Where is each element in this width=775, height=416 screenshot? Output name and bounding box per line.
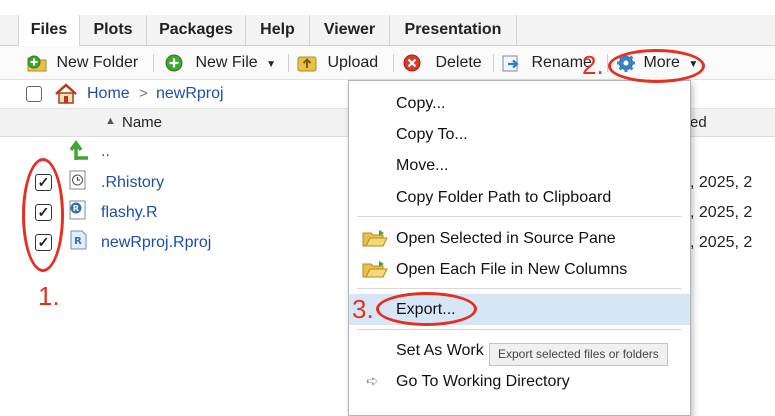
menu-item-copy-to[interactable]: Copy To... [349, 119, 690, 150]
add-icon [165, 54, 183, 72]
export-tooltip: Export selected files or folders [489, 343, 668, 366]
file-modified: , 2025, 2 [690, 234, 753, 251]
annotation-step-1: 1. [38, 281, 60, 311]
menu-divider [357, 216, 682, 217]
file-modified: , 2025, 2 [690, 174, 753, 191]
annotation-ellipse-more [608, 49, 705, 83]
rproj-file-icon: R [70, 230, 87, 250]
menu-item-open-in-source-label: Open Selected in Source Pane [396, 230, 616, 247]
rename-icon [502, 55, 519, 72]
new-folder-button[interactable]: New Folder [26, 46, 138, 79]
rename-button[interactable]: Rename [502, 46, 592, 79]
annotation-ellipse-checkboxes [22, 158, 64, 272]
delete-button[interactable]: Delete [403, 46, 482, 79]
tab-packages[interactable]: Packages [147, 15, 246, 45]
menu-item-copy[interactable]: Copy... [349, 88, 690, 119]
dropdown-caret-icon: ▼ [266, 59, 277, 70]
tab-presentation[interactable]: Presentation [390, 15, 517, 45]
menu-item-move[interactable]: Move... [349, 150, 690, 181]
toolbar-divider [288, 54, 289, 72]
tab-files[interactable]: Files [18, 15, 80, 46]
tab-viewer[interactable]: Viewer [310, 15, 390, 45]
file-name[interactable]: .. [101, 143, 110, 161]
toolbar-divider [393, 54, 394, 72]
svg-text:R: R [73, 204, 79, 213]
file-modified: , 2025, 2 [690, 204, 753, 221]
file-name[interactable]: newRproj.Rproj [101, 234, 211, 252]
file-name[interactable]: flashy.R [101, 204, 158, 222]
menu-item-go-to-working-directory[interactable]: ➪ Go To Working Directory [349, 366, 690, 397]
new-folder-label: New Folder [56, 54, 139, 71]
sort-ascending-icon: ▲ [105, 115, 116, 127]
upload-icon [297, 56, 317, 72]
new-file-button[interactable]: New File ▼ [165, 46, 276, 79]
menu-item-go-to-working-directory-label: Go To Working Directory [396, 373, 570, 390]
new-folder-icon [27, 55, 47, 72]
name-column-header[interactable]: Name [122, 114, 162, 131]
tab-help[interactable]: Help [246, 15, 310, 45]
upload-label: Upload [327, 54, 379, 71]
breadcrumb-current[interactable]: newRproj [156, 85, 224, 103]
annotation-step-2: 2. [582, 50, 604, 80]
history-file-icon [69, 170, 86, 190]
go-to-arrow-icon: ➪ [366, 373, 379, 390]
toolbar-divider [493, 54, 494, 72]
open-folder-icon [362, 230, 388, 247]
delete-label: Delete [435, 54, 482, 71]
menu-item-copy-folder-path[interactable]: Copy Folder Path to Clipboard [349, 182, 690, 213]
open-folder-icon [362, 261, 388, 278]
tab-plots[interactable]: Plots [80, 15, 147, 45]
pane-tab-bar: Files Plots Packages Help Viewer Present… [0, 15, 775, 46]
toolbar-divider [153, 54, 154, 72]
parent-directory-icon [70, 140, 88, 160]
upload-button[interactable]: Upload [297, 46, 378, 79]
menu-item-open-in-source[interactable]: Open Selected in Source Pane [349, 223, 690, 254]
r-script-icon: R [69, 200, 86, 220]
annotation-step-3: 3. [352, 294, 374, 324]
breadcrumb-home-link[interactable]: Home [87, 85, 130, 103]
svg-text:R: R [74, 236, 82, 247]
menu-item-open-new-columns-label: Open Each File in New Columns [396, 261, 628, 278]
menu-divider [357, 288, 682, 289]
file-name[interactable]: .Rhistory [101, 174, 164, 192]
menu-divider [357, 329, 682, 330]
home-icon[interactable] [54, 83, 78, 104]
new-file-label: New File [195, 54, 258, 71]
breadcrumb-separator: > [139, 85, 148, 102]
annotation-ellipse-export [376, 292, 477, 326]
menu-item-open-new-columns[interactable]: Open Each File in New Columns [349, 254, 690, 285]
modified-column-header[interactable]: ed [690, 114, 707, 131]
select-all-checkbox[interactable] [26, 86, 42, 102]
delete-icon [403, 54, 421, 72]
